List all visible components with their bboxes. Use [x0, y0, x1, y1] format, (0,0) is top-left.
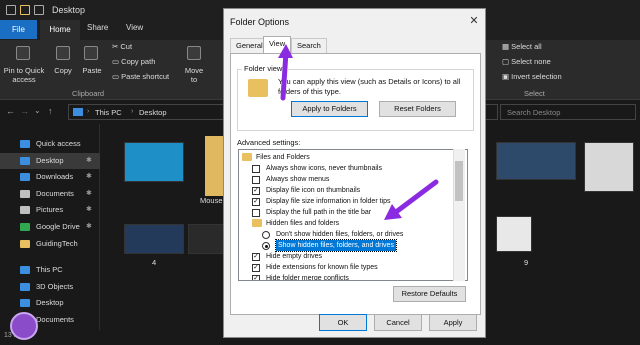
arrow-to-view-tab — [278, 44, 293, 101]
arrow-to-show-hidden — [384, 179, 439, 220]
annotation-arrows — [278, 44, 439, 220]
